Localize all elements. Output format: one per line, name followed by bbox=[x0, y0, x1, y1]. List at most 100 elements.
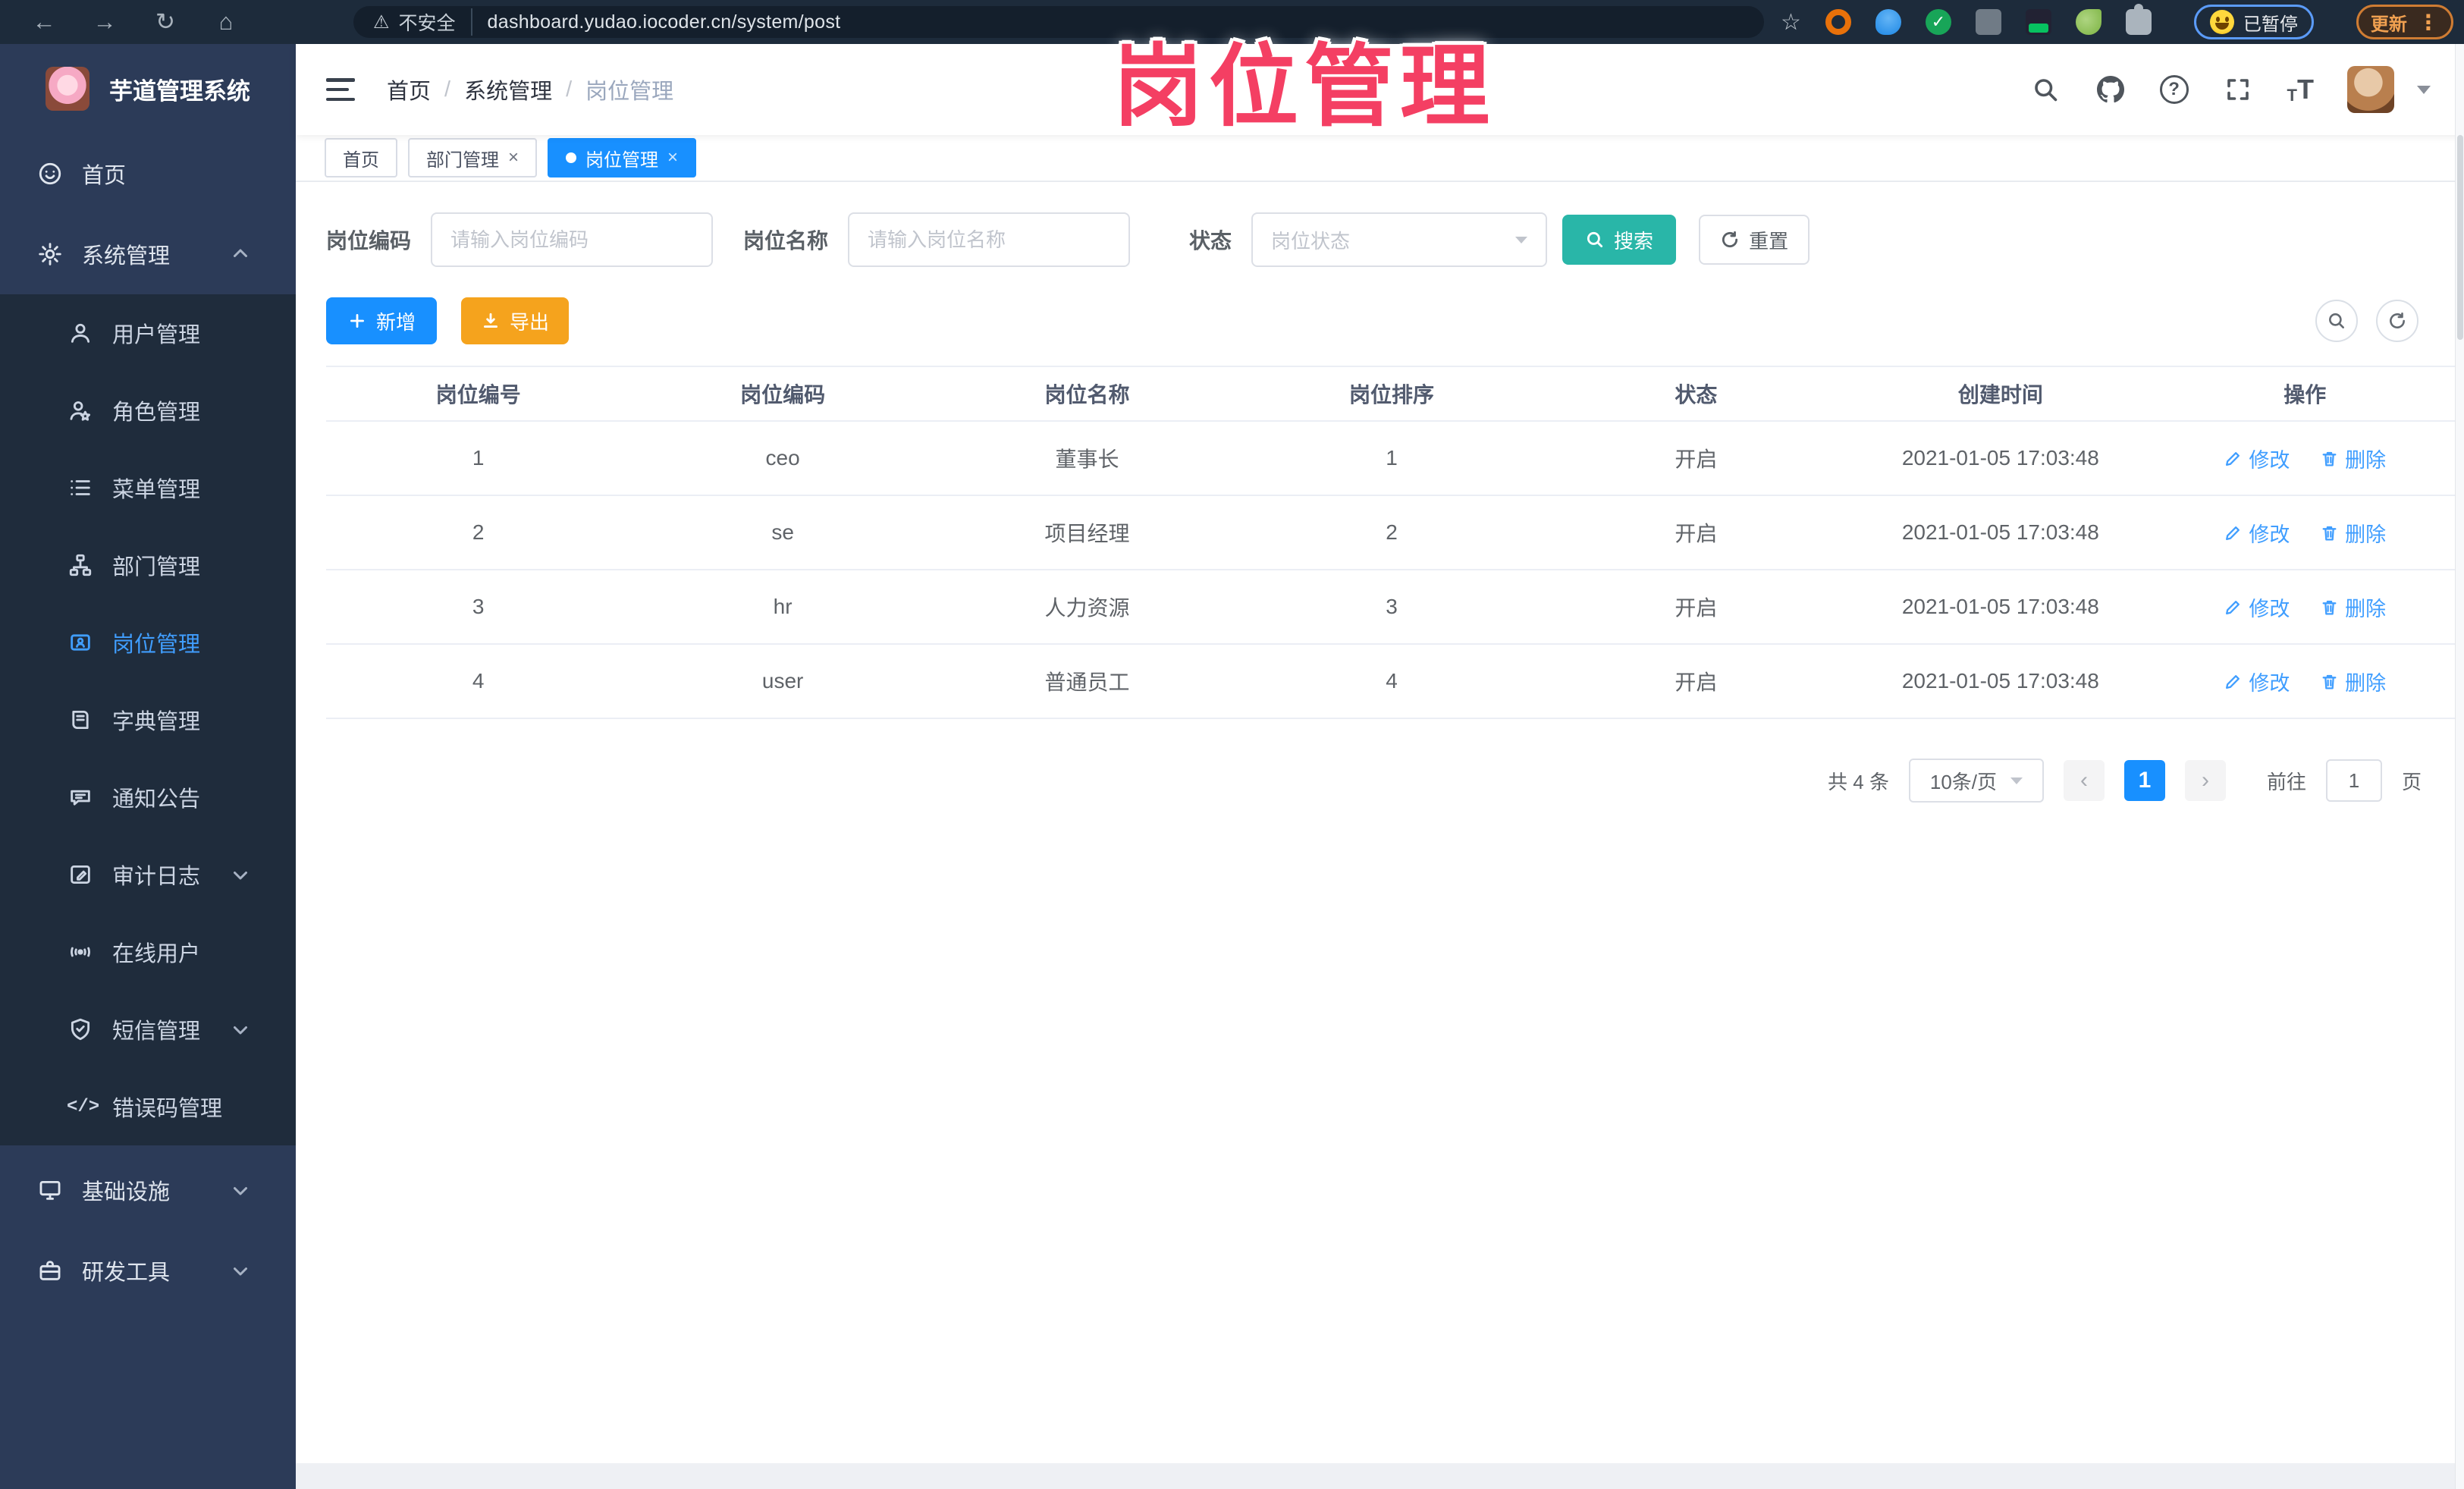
cell-post-name: 项目经理 bbox=[934, 495, 1240, 570]
sidebar-item-system[interactable]: 系统管理 bbox=[0, 214, 296, 294]
table-header-cell: 岗位排序 bbox=[1239, 366, 1544, 422]
edit-link[interactable]: 修改 bbox=[2224, 444, 2290, 473]
extension-icon[interactable] bbox=[1975, 9, 2001, 35]
sidebar-item-notices[interactable]: 通知公告 bbox=[0, 759, 296, 836]
tab-departments[interactable]: 部门管理 bbox=[408, 138, 538, 177]
status-select[interactable]: 岗位状态 bbox=[1251, 212, 1548, 267]
delete-link[interactable]: 删除 bbox=[2320, 444, 2386, 473]
sidebar-item-dev-tools[interactable]: 研发工具 bbox=[0, 1230, 296, 1311]
sidebar-item-audit-log[interactable]: 审计日志 bbox=[0, 836, 296, 913]
browser-forward-icon[interactable] bbox=[91, 8, 118, 36]
extension-icon[interactable] bbox=[2075, 9, 2101, 35]
browser-update-button[interactable]: 更新 bbox=[2356, 5, 2453, 39]
github-icon[interactable] bbox=[2095, 74, 2127, 105]
export-button[interactable]: 导出 bbox=[461, 297, 570, 344]
post-code-input[interactable] bbox=[431, 212, 714, 267]
chevron-up-icon bbox=[229, 243, 252, 265]
sms-shield-icon bbox=[67, 1016, 94, 1043]
chevron-down-icon bbox=[229, 1018, 252, 1041]
browser-menu-kebab-icon[interactable] bbox=[2418, 10, 2439, 35]
hamburger-menu-icon[interactable] bbox=[326, 78, 355, 101]
toggle-search-icon-button[interactable] bbox=[2315, 300, 2358, 342]
sidebar-item-posts[interactable]: 岗位管理 bbox=[0, 604, 296, 681]
browser-home-icon[interactable] bbox=[212, 8, 240, 36]
export-button-label: 导出 bbox=[510, 310, 550, 334]
search-icon[interactable] bbox=[2029, 74, 2061, 105]
edit-pencil-icon bbox=[2226, 674, 2240, 689]
breadcrumb-current: 岗位管理 bbox=[585, 80, 674, 104]
refresh-icon-button[interactable] bbox=[2376, 300, 2418, 342]
scrollbar-thumb[interactable] bbox=[2457, 135, 2463, 340]
sidebar-item-roles[interactable]: 角色管理 bbox=[0, 372, 296, 449]
cell-created-time: 2021-01-05 17:03:48 bbox=[1848, 495, 2153, 570]
sidebar-item-online-users[interactable]: 在线用户 bbox=[0, 913, 296, 991]
extension-icon[interactable] bbox=[1875, 9, 1901, 35]
delete-link[interactable]: 删除 bbox=[2320, 518, 2386, 548]
sidebar-item-dictionaries[interactable]: 字典管理 bbox=[0, 681, 296, 759]
paused-badge[interactable]: 已暂停 bbox=[2193, 5, 2314, 39]
font-size-icon[interactable]: TT bbox=[2287, 74, 2314, 105]
sidebar-item-infrastructure[interactable]: 基础设施 bbox=[0, 1150, 296, 1230]
tab-home[interactable]: 首页 bbox=[325, 138, 397, 177]
page-size-select[interactable]: 10条/页 bbox=[1908, 759, 2044, 803]
goto-page-input[interactable] bbox=[2325, 759, 2382, 802]
pagination: 共 4 条 10条/页 ‹ 1 › 前往 页 bbox=[326, 759, 2464, 803]
avatar-caret-down-icon[interactable] bbox=[2417, 85, 2431, 94]
vertical-scrollbar[interactable] bbox=[2455, 44, 2464, 1489]
edit-link[interactable]: 修改 bbox=[2224, 667, 2290, 696]
prev-page-button[interactable]: ‹ bbox=[2063, 760, 2105, 801]
update-button-label: 更新 bbox=[2370, 14, 2407, 35]
extension-icon[interactable] bbox=[1925, 9, 1951, 35]
browser-back-icon[interactable] bbox=[30, 8, 58, 36]
sidebar-item-departments[interactable]: 部门管理 bbox=[0, 526, 296, 604]
sidebar-item-home[interactable]: 首页 bbox=[0, 134, 296, 214]
app-logo-row[interactable]: 芋道管理系统 bbox=[0, 44, 296, 134]
browser-reload-icon[interactable] bbox=[152, 8, 179, 36]
extensions-puzzle-icon[interactable] bbox=[2125, 4, 2152, 35]
close-icon[interactable] bbox=[508, 149, 519, 167]
post-name-input[interactable] bbox=[848, 212, 1131, 267]
sidebar-item-users[interactable]: 用户管理 bbox=[0, 294, 296, 372]
reset-button[interactable]: 重置 bbox=[1699, 215, 1810, 265]
tab-label: 岗位管理 bbox=[585, 149, 659, 171]
search-button-label: 搜索 bbox=[1614, 229, 1654, 253]
fullscreen-icon[interactable] bbox=[2222, 74, 2254, 105]
cell-actions: 修改 删除 bbox=[2152, 644, 2457, 719]
add-button-label: 新增 bbox=[376, 310, 416, 334]
help-icon[interactable] bbox=[2159, 75, 2189, 104]
sidebar-item-label: 短信管理 bbox=[112, 1019, 201, 1044]
sidebar-item-menus[interactable]: 菜单管理 bbox=[0, 449, 296, 526]
sidebar: 芋道管理系统 首页 系统管理 用户管理 角色管理 菜单管理 部门管理 岗位管理 … bbox=[0, 44, 296, 1489]
breadcrumb-system[interactable]: 系统管理 bbox=[464, 74, 552, 105]
breadcrumb-separator: / bbox=[566, 77, 573, 102]
breadcrumb-home[interactable]: 首页 bbox=[387, 74, 431, 105]
sidebar-item-label: 研发工具 bbox=[82, 1261, 171, 1285]
sidebar-item-sms[interactable]: 短信管理 bbox=[0, 991, 296, 1068]
sidebar-item-label: 部门管理 bbox=[112, 555, 201, 580]
page-unit-label: 页 bbox=[2401, 770, 2422, 793]
cell-post-id: 1 bbox=[326, 421, 631, 496]
audit-log-icon bbox=[67, 861, 94, 888]
address-bar[interactable]: 不安全 dashboard.yudao.iocoder.cn/system/po… bbox=[353, 6, 1764, 38]
table-toolbar: 新增 导出 bbox=[326, 297, 2464, 344]
bookmark-star-icon[interactable] bbox=[1781, 9, 1801, 36]
delete-link[interactable]: 删除 bbox=[2320, 667, 2386, 696]
sidebar-item-label: 菜单管理 bbox=[112, 478, 201, 502]
search-button[interactable]: 搜索 bbox=[1562, 215, 1677, 265]
add-button[interactable]: 新增 bbox=[326, 297, 438, 344]
sidebar-item-error-codes[interactable]: 错误码管理 bbox=[0, 1068, 296, 1145]
top-navbar: 首页 / 系统管理 / 岗位管理 ? T T bbox=[296, 44, 2464, 135]
error-code-icon bbox=[67, 1093, 94, 1120]
edit-link[interactable]: 修改 bbox=[2224, 592, 2290, 622]
user-avatar[interactable] bbox=[2347, 66, 2394, 113]
current-page-button[interactable]: 1 bbox=[2123, 760, 2165, 801]
tab-posts[interactable]: 岗位管理 bbox=[548, 138, 697, 177]
next-page-button[interactable]: › bbox=[2184, 760, 2226, 801]
close-icon[interactable] bbox=[667, 149, 678, 167]
dashboard-icon bbox=[36, 160, 64, 187]
edit-link[interactable]: 修改 bbox=[2224, 518, 2290, 548]
extension-icon[interactable] bbox=[2025, 9, 2051, 35]
extension-icon[interactable] bbox=[1825, 9, 1851, 35]
browser-extensions-row: 已暂停 更新 bbox=[1781, 4, 2453, 39]
delete-link[interactable]: 删除 bbox=[2320, 592, 2386, 622]
